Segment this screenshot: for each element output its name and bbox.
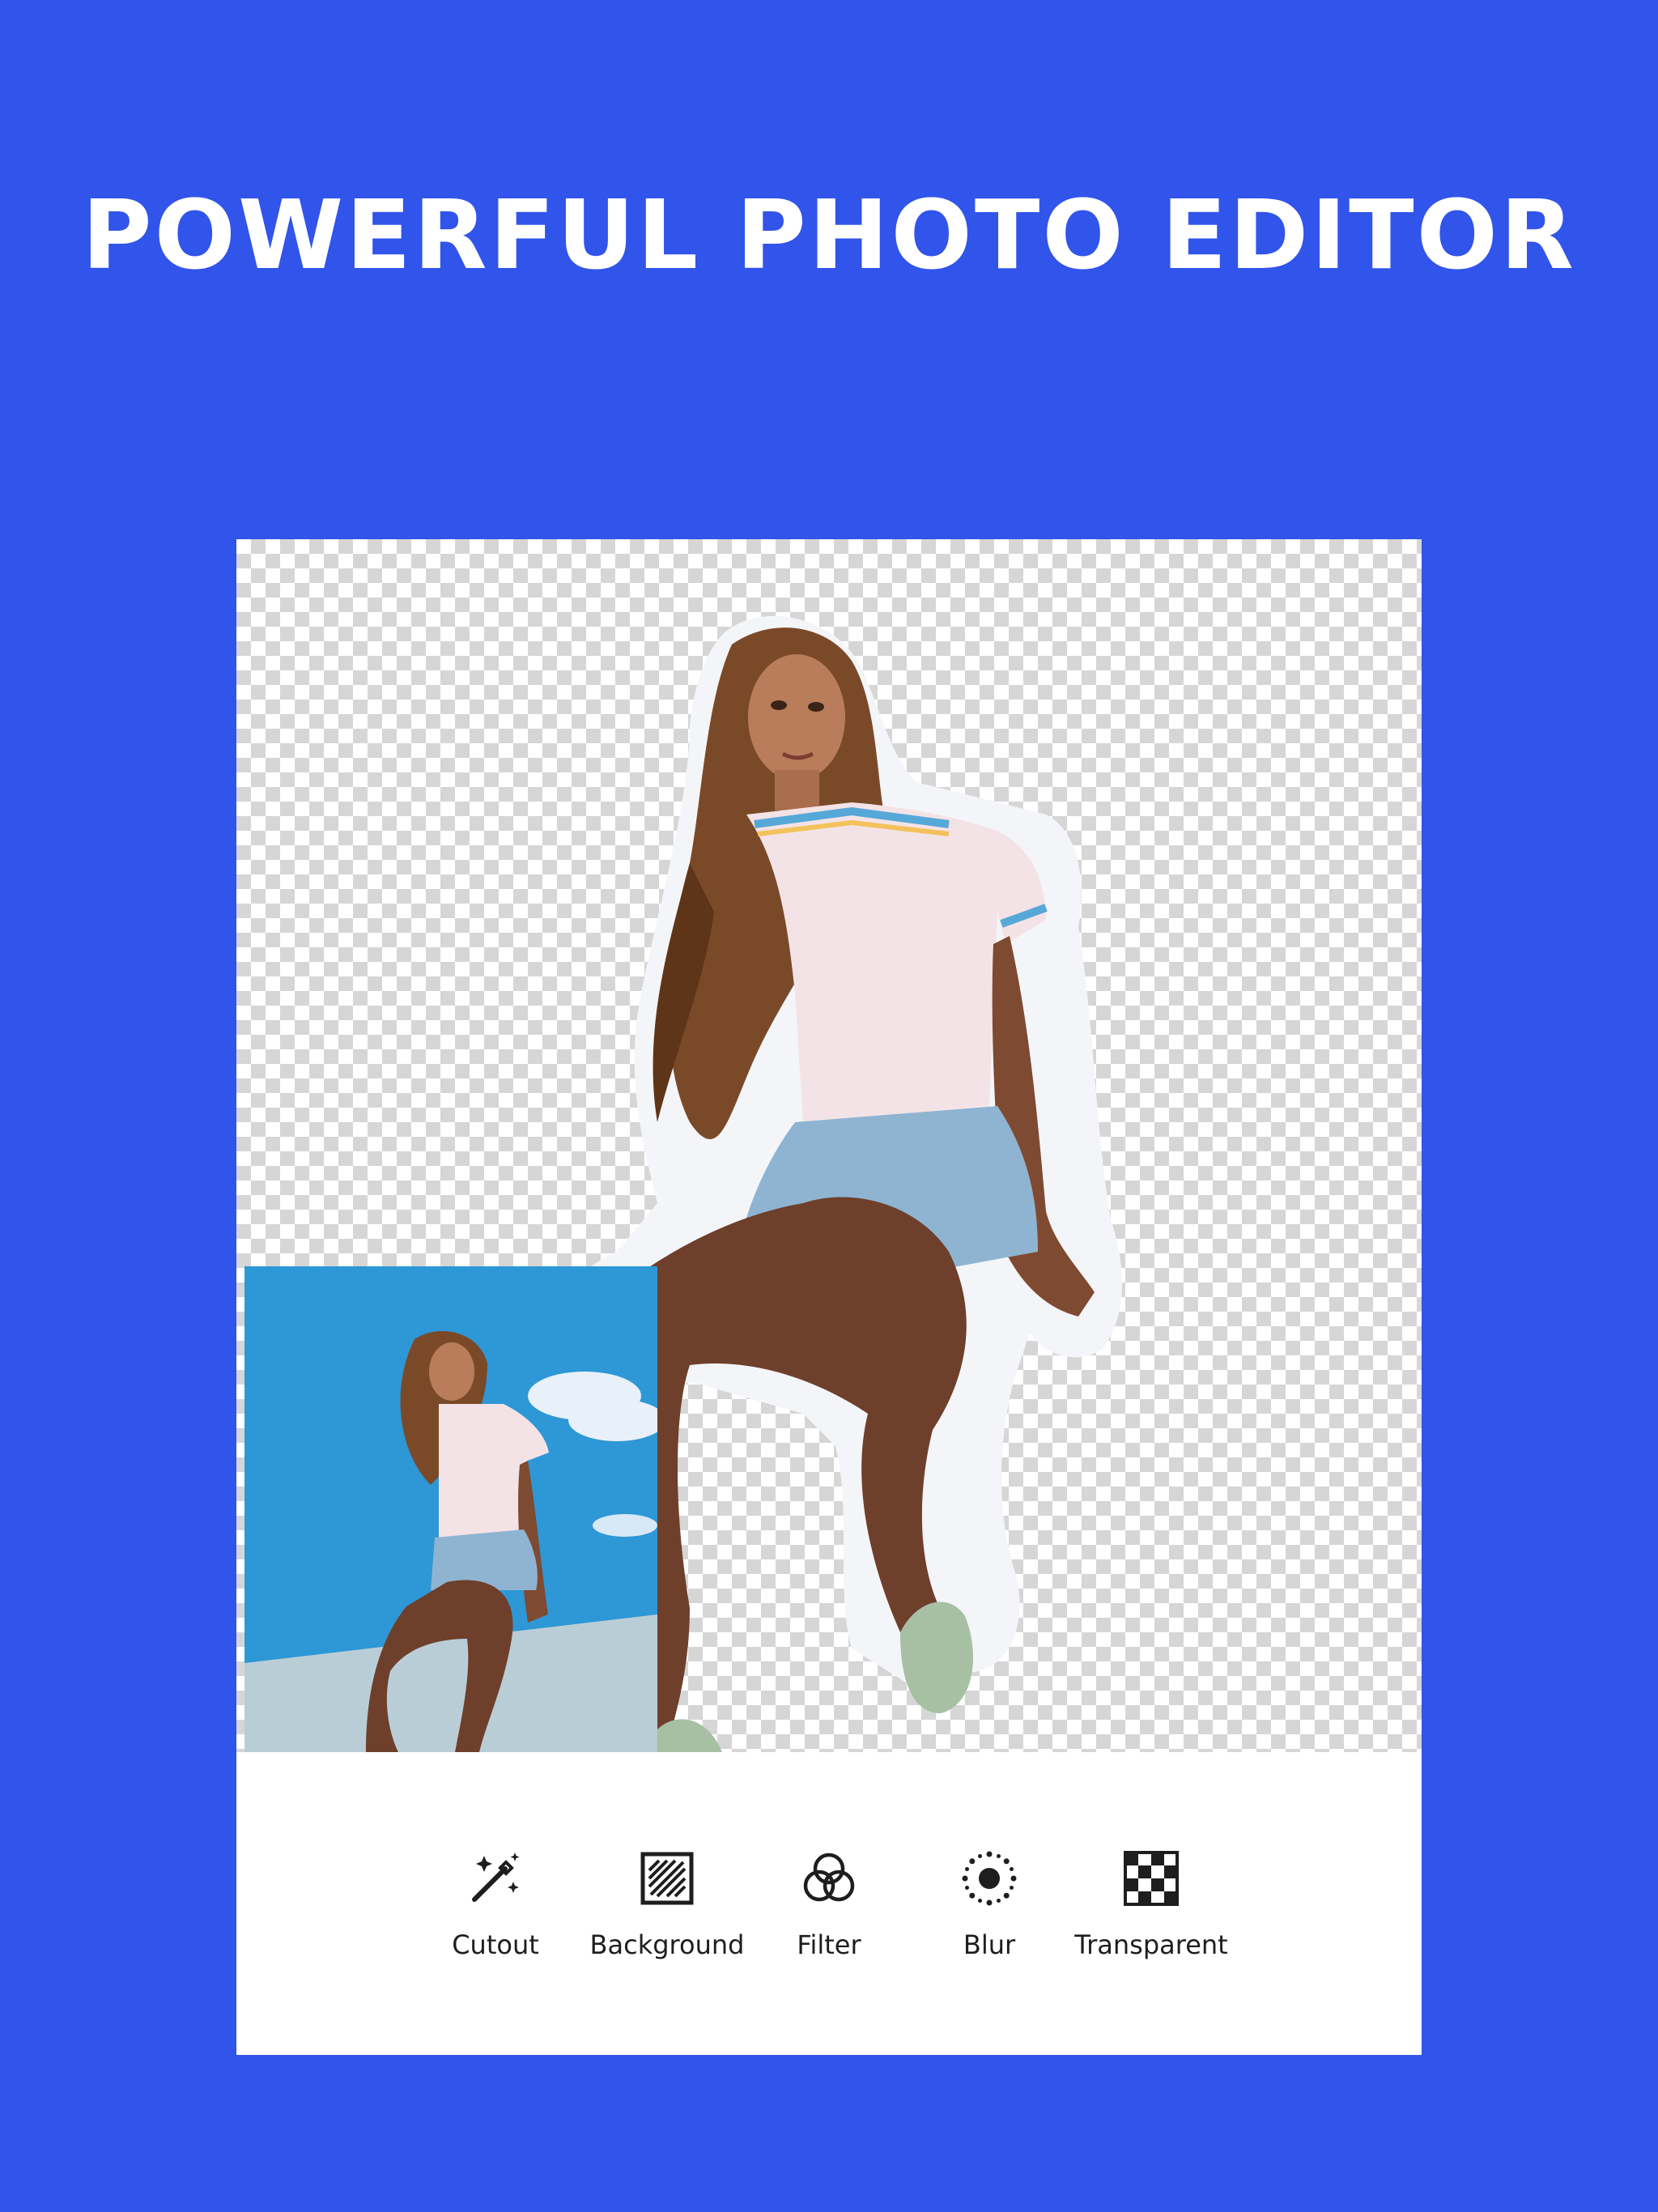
transparent-tool-button[interactable]: Transparent — [1054, 1752, 1248, 1963]
filter-circles-icon — [800, 1849, 858, 1908]
original-photo-thumbnail[interactable] — [244, 1266, 657, 1752]
editor-toolbar: Cutout Background Filter Blur Transparen… — [236, 1752, 1422, 2055]
cutout-label: Cutout — [452, 1929, 539, 1960]
transparent-canvas[interactable] — [236, 539, 1422, 1752]
editor-card: Cutout Background Filter Blur Transparen… — [236, 539, 1422, 2055]
checkerboard-icon — [1122, 1849, 1180, 1908]
transparent-label: Transparent — [1074, 1929, 1228, 1960]
magic-wand-icon — [466, 1849, 525, 1908]
cutout-tool-button[interactable]: Cutout — [398, 1752, 593, 1963]
background-hatch-icon — [638, 1849, 696, 1908]
headline: POWERFUL PHOTO EDITOR — [82, 179, 1576, 291]
blur-icon — [960, 1849, 1018, 1908]
